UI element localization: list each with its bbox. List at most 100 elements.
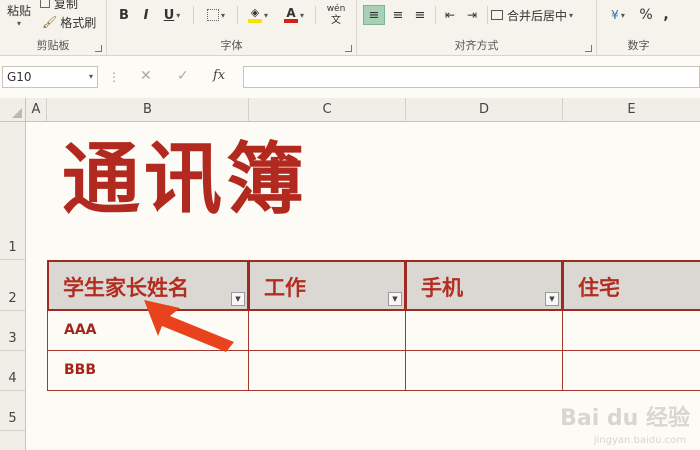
separator — [435, 6, 436, 24]
separator — [193, 6, 194, 24]
column-header-b[interactable]: B — [47, 98, 249, 122]
copy-button[interactable]: 复制 — [40, 0, 79, 11]
clipboard-launcher-icon[interactable] — [95, 45, 102, 52]
row-number: 2 — [8, 291, 17, 306]
fill-bucket-icon: ◈ — [247, 7, 262, 23]
formula-bar: G10 ▾ ⋮ ✕ ✓ fx — [0, 62, 700, 92]
filter-dropdown-icon[interactable]: ▼ — [545, 292, 559, 306]
row-header-6[interactable] — [0, 431, 26, 450]
clipboard-group-label: 剪贴板 — [36, 39, 70, 52]
align-left-icon: ≡ — [368, 7, 380, 23]
phonetic-guide-button[interactable]: wén 文 — [319, 2, 353, 28]
comma-button[interactable]: , — [659, 5, 673, 25]
row-number: 4 — [8, 371, 17, 386]
phonetic-sub-label: 文 — [331, 15, 341, 26]
column-header-d[interactable]: D — [406, 98, 563, 122]
fx-label: fx — [213, 68, 226, 83]
row-number: 5 — [8, 411, 17, 426]
borders-dropdown-icon: ▾ — [220, 10, 225, 20]
column-header-a[interactable]: A — [26, 98, 47, 122]
table-cell[interactable] — [249, 351, 406, 391]
phonetic-label: wén — [326, 4, 346, 14]
separator — [237, 6, 238, 24]
accounting-format-button[interactable]: ¥ ▾ — [603, 5, 633, 25]
accounting-dropdown-icon: ▾ — [620, 10, 625, 20]
underline-label: U — [163, 7, 175, 23]
font-color-dropdown-icon: ▾ — [299, 10, 304, 20]
decrease-indent-button[interactable]: ⇤ — [439, 5, 461, 25]
watermark-url: jingyan.baidu.com — [593, 435, 686, 446]
font-launcher-icon[interactable] — [345, 45, 352, 52]
italic-button[interactable]: I — [137, 6, 155, 24]
brush-icon: 🖌 — [42, 15, 58, 29]
separator — [487, 6, 488, 24]
format-painter-button[interactable]: 🖌 格式刷 — [42, 14, 96, 30]
align-center-icon: ≡ — [392, 7, 404, 23]
font-color-button[interactable]: A ▾ — [279, 4, 309, 26]
column-header-e[interactable]: E — [563, 98, 700, 122]
row-number: 1 — [8, 240, 17, 255]
percent-button[interactable]: % — [637, 5, 655, 25]
fill-color-dropdown-icon: ▾ — [263, 10, 268, 20]
increase-indent-button[interactable]: ⇥ — [461, 5, 483, 25]
align-center-button[interactable]: ≡ — [387, 5, 409, 25]
increase-indent-icon: ⇥ — [466, 8, 478, 22]
underline-button[interactable]: U ▾ — [159, 6, 185, 24]
align-right-icon: ≡ — [414, 7, 426, 23]
header-label: 手机 — [421, 276, 463, 300]
enter-icon[interactable]: ✓ — [177, 68, 189, 84]
row-number: 3 — [8, 331, 17, 346]
paste-button[interactable]: 粘贴 ▾ — [2, 2, 36, 28]
paste-dropdown-icon: ▾ — [16, 19, 21, 28]
row-header-2[interactable]: 2 — [0, 260, 26, 311]
name-box[interactable]: G10 ▾ — [2, 66, 98, 88]
row-header-3[interactable]: 3 — [0, 311, 26, 351]
table-cell[interactable] — [249, 311, 406, 351]
fill-color-button[interactable]: ◈ ▾ — [243, 4, 273, 26]
table-cell[interactable] — [563, 311, 700, 351]
format-painter-label: 格式刷 — [60, 15, 97, 30]
font-group-label: 字体 — [220, 39, 243, 52]
header-cell-mobile[interactable]: 手机 ▼ — [406, 260, 563, 311]
font-color-icon: A — [283, 7, 298, 23]
row-header-1[interactable]: 1 — [0, 122, 26, 260]
select-all-button[interactable] — [0, 98, 26, 122]
table-cell[interactable] — [563, 351, 700, 391]
annotation-arrow-icon — [144, 300, 234, 352]
cancel-icon[interactable]: ✕ — [140, 68, 152, 84]
alignment-launcher-icon[interactable] — [585, 45, 592, 52]
currency-icon: ¥ — [611, 8, 619, 22]
sheet-title[interactable]: 通讯簿 — [62, 132, 308, 228]
decrease-indent-icon: ⇤ — [444, 8, 456, 22]
name-box-value: G10 — [7, 70, 32, 84]
table-cell[interactable]: BBB — [47, 351, 249, 391]
clipboard-group: 粘贴 ▾ 复制 🖌 格式刷 剪贴板 — [0, 0, 107, 56]
table-cell[interactable] — [406, 311, 563, 351]
paste-label: 粘贴 — [6, 4, 31, 18]
row-header-5[interactable]: 5 — [0, 391, 26, 431]
borders-button[interactable]: ▾ — [201, 6, 231, 24]
column-header-c[interactable]: C — [249, 98, 406, 122]
number-group: ¥ ▾ % , 数字 — [597, 0, 700, 56]
more-icon: ⋮ — [108, 70, 120, 84]
copy-icon — [40, 0, 50, 8]
alignment-group-label: 对齐方式 — [454, 39, 499, 52]
insert-function-button[interactable]: fx — [213, 68, 225, 83]
header-cell-home[interactable]: 住宅 — [563, 260, 700, 311]
copy-label: 复制 — [54, 0, 79, 11]
name-box-dropdown-icon[interactable]: ▾ — [89, 72, 93, 81]
row-header-4[interactable]: 4 — [0, 351, 26, 391]
table-cell[interactable] — [406, 351, 563, 391]
spreadsheet-grid: A B C D E 1 2 3 4 5 通讯簿 学生家长姓名 ▼ 工作 ▼ 手机… — [0, 98, 700, 450]
header-cell-work[interactable]: 工作 ▼ — [249, 260, 406, 311]
ribbon: 粘贴 ▾ 复制 🖌 格式刷 剪贴板 B I U ▾ ▾ ◈ ▾ A ▾ wén … — [0, 0, 700, 56]
merge-center-button[interactable]: 合并后居中 ▾ — [491, 5, 593, 25]
filter-dropdown-icon[interactable]: ▼ — [388, 292, 402, 306]
header-label: 住宅 — [578, 276, 620, 300]
bold-button[interactable]: B — [115, 6, 133, 24]
align-right-button[interactable]: ≡ — [409, 5, 431, 25]
header-label: 工作 — [264, 276, 306, 300]
formula-input[interactable] — [243, 66, 700, 88]
align-left-button[interactable]: ≡ — [363, 5, 385, 25]
underline-dropdown-icon: ▾ — [176, 10, 181, 20]
